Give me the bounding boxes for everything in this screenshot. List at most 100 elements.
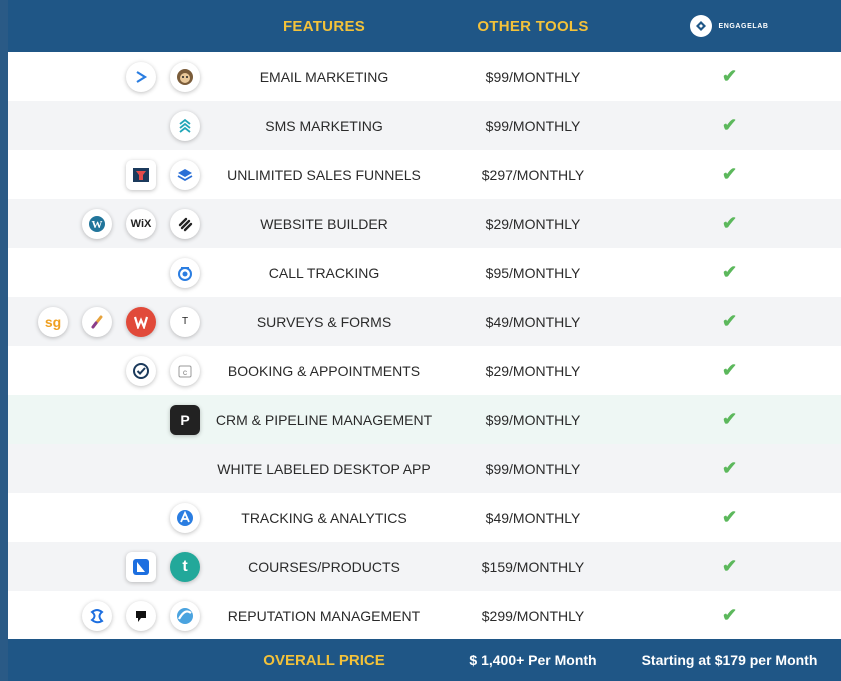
sms-tool-icon [170,110,200,141]
tool-icons: P [8,395,200,444]
tool-icons [8,444,200,493]
typeform-icon: T [170,306,200,337]
engagelab-check-cell: ✔ [618,262,841,283]
table-row: CALL TRACKING $95/MONTHLY ✔ [8,248,841,297]
activecampaign-icon [126,61,156,92]
tool-icons: t [8,542,200,591]
teachable-icon: t [170,551,200,582]
engagelab-check-cell: ✔ [618,409,841,430]
feature-name: WHITE LABELED DESKTOP APP [217,460,431,477]
other-tools-price: $297/MONTHLY [481,166,585,183]
table-footer: OVERALL PRICE $ 1,400+ Per Month Startin… [8,639,841,681]
other-tools-price: $29/MONTHLY [485,362,581,379]
feature-name: CALL TRACKING [268,264,380,281]
analytics-icon [170,502,200,533]
feature-name: REPUTATION MANAGEMENT [227,607,421,624]
feature-name: UNLIMITED SALES FUNNELS [227,166,421,183]
checkmark-icon: ✔ [721,311,738,331]
checkmark-icon: ✔ [721,164,738,184]
reputation-icon [170,600,200,631]
feature-name: TRACKING & ANALYTICS [241,509,407,526]
squarespace-icon [170,208,200,239]
formstack-icon [82,306,112,337]
tool-icons [8,248,200,297]
other-tools-price: $99/MONTHLY [485,411,581,428]
other-tools-column-header: OTHER TOOLS [448,0,618,52]
engagelab-brand-name: ENGAGELAB [718,22,769,30]
engagelab-check-cell: ✔ [618,556,841,577]
pipedrive-icon: P [170,404,200,435]
checkmark-icon: ✔ [721,507,738,527]
leadpages-icon [170,159,200,190]
table-row: TRACKING & ANALYTICS $49/MONTHLY ✔ [8,493,841,542]
engagelab-check-cell: ✔ [618,311,841,332]
features-column-header: FEATURES [200,0,448,52]
checkmark-icon: ✔ [721,262,738,282]
engagelab-logo-icon [690,15,713,37]
engagelab-total: Starting at $179 per Month [641,652,818,668]
table-row: W WiX WEBSITE BUILDER $29/MONTHLY ✔ [8,199,841,248]
tool-icons [8,150,200,199]
tool-icons: sg T [8,297,200,346]
svg-text:C: C [183,371,188,377]
podium-icon [126,600,156,631]
other-tools-total: $ 1,400+ Per Month [469,652,597,668]
table-row: sg T SURVEYS & FORMS $49/MONTHLY ✔ [8,297,841,346]
tool-icons [8,591,200,640]
acuity-icon [126,355,156,386]
feature-name: SMS MARKETING [265,117,383,134]
engagelab-check-cell: ✔ [618,458,841,479]
tool-icons [8,52,200,101]
table-row: C BOOKING & APPOINTMENTS $29/MONTHLY ✔ [8,346,841,395]
other-tools-header-label: OTHER TOOLS [477,17,589,35]
engagelab-check-cell: ✔ [618,115,841,136]
table-row: REPUTATION MANAGEMENT $299/MONTHLY ✔ [8,591,841,640]
other-tools-price: $99/MONTHLY [485,68,581,85]
other-tools-price: $299/MONTHLY [481,607,585,624]
table-row: P CRM & PIPELINE MANAGEMENT $99/MONTHLY … [8,395,841,444]
other-tools-price: $159/MONTHLY [481,558,585,575]
feature-name: BOOKING & APPOINTMENTS [227,362,421,379]
tool-icons [8,101,200,150]
table-header: FEATURES OTHER TOOLS ENGAGELAB [8,0,841,52]
tool-icons: W WiX [8,199,200,248]
other-tools-price: $49/MONTHLY [485,509,581,526]
wordpress-icon: W [82,208,112,239]
engagelab-check-cell: ✔ [618,360,841,381]
feature-name: SURVEYS & FORMS [256,313,392,330]
surveygizmo-icon: sg [38,306,68,337]
other-tools-price: $49/MONTHLY [485,313,581,330]
checkmark-icon: ✔ [721,605,738,625]
table-row: WHITE LABELED DESKTOP APP $99/MONTHLY ✔ [8,444,841,493]
feature-name: WEBSITE BUILDER [260,215,388,232]
tool-icons: C [8,346,200,395]
birdeye-icon [82,600,112,631]
engagelab-check-cell: ✔ [618,66,841,87]
engagelab-check-cell: ✔ [618,213,841,234]
checkmark-icon: ✔ [721,66,738,86]
engagelab-check-cell: ✔ [618,605,841,626]
other-tools-price: $29/MONTHLY [485,215,581,232]
checkmark-icon: ✔ [721,213,738,233]
checkmark-icon: ✔ [721,556,738,576]
calltracking-icon [170,257,200,288]
table-row: t COURSES/PRODUCTS $159/MONTHLY ✔ [8,542,841,591]
table-row: EMAIL MARKETING $99/MONTHLY ✔ [8,52,841,101]
other-tools-price: $99/MONTHLY [485,460,581,477]
checkmark-icon: ✔ [721,360,738,380]
tool-icons [8,493,200,542]
other-tools-price: $99/MONTHLY [485,117,581,134]
engagelab-check-cell: ✔ [618,164,841,185]
table-row: SMS MARKETING $99/MONTHLY ✔ [8,101,841,150]
engagelab-check-cell: ✔ [618,507,841,528]
features-header-label: FEATURES [282,17,366,35]
mailchimp-icon [170,61,200,92]
engagelab-logo: ENGAGELAB [690,15,768,37]
feature-name: CRM & PIPELINE MANAGEMENT [215,411,433,428]
wix-icon: WiX [126,208,156,239]
left-border [0,0,8,681]
svg-text:W: W [92,219,103,231]
clickfunnels-icon [126,159,156,190]
checkmark-icon: ✔ [721,458,738,478]
table-row: UNLIMITED SALES FUNNELS $297/MONTHLY ✔ [8,150,841,199]
